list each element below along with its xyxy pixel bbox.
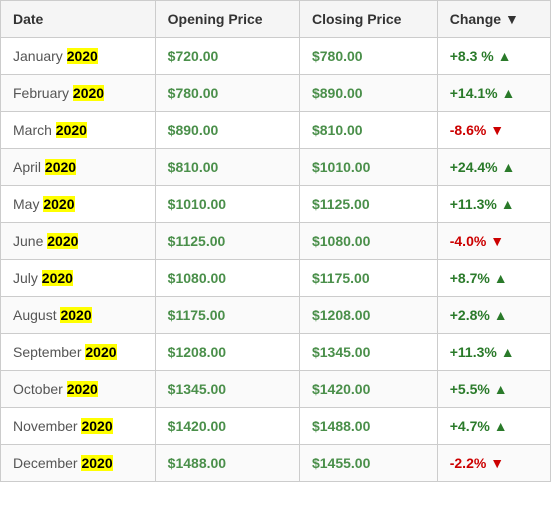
cell-change: +2.8% — [437, 297, 550, 334]
cell-closing: $780.00 — [299, 38, 437, 75]
cell-closing: $1175.00 — [299, 260, 437, 297]
cell-closing: $1455.00 — [299, 445, 437, 482]
cell-change: +8.7% — [437, 260, 550, 297]
year-highlight: 2020 — [42, 270, 73, 286]
table-row: September 2020$1208.00$1345.00+11.3% — [1, 334, 551, 371]
cell-date: December 2020 — [1, 445, 156, 482]
cell-closing: $1010.00 — [299, 149, 437, 186]
header-date: Date — [1, 1, 156, 38]
cell-change: +4.7% — [437, 408, 550, 445]
cell-change: +11.3% — [437, 334, 550, 371]
cell-date: October 2020 — [1, 371, 156, 408]
year-highlight: 2020 — [45, 159, 76, 175]
header-change: Change ▼ — [437, 1, 550, 38]
cell-date: May 2020 — [1, 186, 156, 223]
table-row: December 2020$1488.00$1455.00-2.2% — [1, 445, 551, 482]
table-row: February 2020$780.00$890.00+14.1% — [1, 75, 551, 112]
year-highlight: 2020 — [60, 307, 91, 323]
header-closing: Closing Price — [299, 1, 437, 38]
cell-closing: $1125.00 — [299, 186, 437, 223]
cell-date: July 2020 — [1, 260, 156, 297]
cell-change: -4.0% — [437, 223, 550, 260]
table-row: March 2020$890.00$810.00-8.6% — [1, 112, 551, 149]
year-highlight: 2020 — [67, 381, 98, 397]
table-row: June 2020$1125.00$1080.00-4.0% — [1, 223, 551, 260]
year-highlight: 2020 — [81, 455, 112, 471]
cell-opening: $720.00 — [155, 38, 299, 75]
cell-change: +5.5% — [437, 371, 550, 408]
cell-date: September 2020 — [1, 334, 156, 371]
table-row: November 2020$1420.00$1488.00+4.7% — [1, 408, 551, 445]
cell-date: March 2020 — [1, 112, 156, 149]
price-table: Date Opening Price Closing Price Change … — [0, 0, 551, 482]
cell-closing: $1420.00 — [299, 371, 437, 408]
table-row: January 2020$720.00$780.00+8.3 % — [1, 38, 551, 75]
cell-date: January 2020 — [1, 38, 156, 75]
cell-change: +11.3% — [437, 186, 550, 223]
year-highlight: 2020 — [67, 48, 98, 64]
cell-closing: $810.00 — [299, 112, 437, 149]
cell-change: +14.1% — [437, 75, 550, 112]
cell-opening: $1175.00 — [155, 297, 299, 334]
cell-change: -8.6% — [437, 112, 550, 149]
cell-opening: $1488.00 — [155, 445, 299, 482]
cell-closing: $1080.00 — [299, 223, 437, 260]
cell-date: June 2020 — [1, 223, 156, 260]
year-highlight: 2020 — [73, 85, 104, 101]
cell-change: -2.2% — [437, 445, 550, 482]
cell-closing: $1488.00 — [299, 408, 437, 445]
cell-opening: $1080.00 — [155, 260, 299, 297]
cell-opening: $1208.00 — [155, 334, 299, 371]
table-row: August 2020$1175.00$1208.00+2.8% — [1, 297, 551, 334]
cell-opening: $810.00 — [155, 149, 299, 186]
cell-closing: $1208.00 — [299, 297, 437, 334]
year-highlight: 2020 — [56, 122, 87, 138]
year-highlight: 2020 — [47, 233, 78, 249]
cell-date: August 2020 — [1, 297, 156, 334]
cell-opening: $780.00 — [155, 75, 299, 112]
cell-closing: $1345.00 — [299, 334, 437, 371]
cell-opening: $1345.00 — [155, 371, 299, 408]
cell-date: November 2020 — [1, 408, 156, 445]
cell-date: February 2020 — [1, 75, 156, 112]
cell-opening: $1125.00 — [155, 223, 299, 260]
cell-change: +24.4% — [437, 149, 550, 186]
table-row: October 2020$1345.00$1420.00+5.5% — [1, 371, 551, 408]
cell-closing: $890.00 — [299, 75, 437, 112]
year-highlight: 2020 — [85, 344, 116, 360]
cell-opening: $890.00 — [155, 112, 299, 149]
year-highlight: 2020 — [43, 196, 74, 212]
year-highlight: 2020 — [81, 418, 112, 434]
cell-opening: $1010.00 — [155, 186, 299, 223]
table-row: April 2020$810.00$1010.00+24.4% — [1, 149, 551, 186]
table-row: July 2020$1080.00$1175.00+8.7% — [1, 260, 551, 297]
header-opening: Opening Price — [155, 1, 299, 38]
cell-opening: $1420.00 — [155, 408, 299, 445]
cell-change: +8.3 % — [437, 38, 550, 75]
cell-date: April 2020 — [1, 149, 156, 186]
table-row: May 2020$1010.00$1125.00+11.3% — [1, 186, 551, 223]
